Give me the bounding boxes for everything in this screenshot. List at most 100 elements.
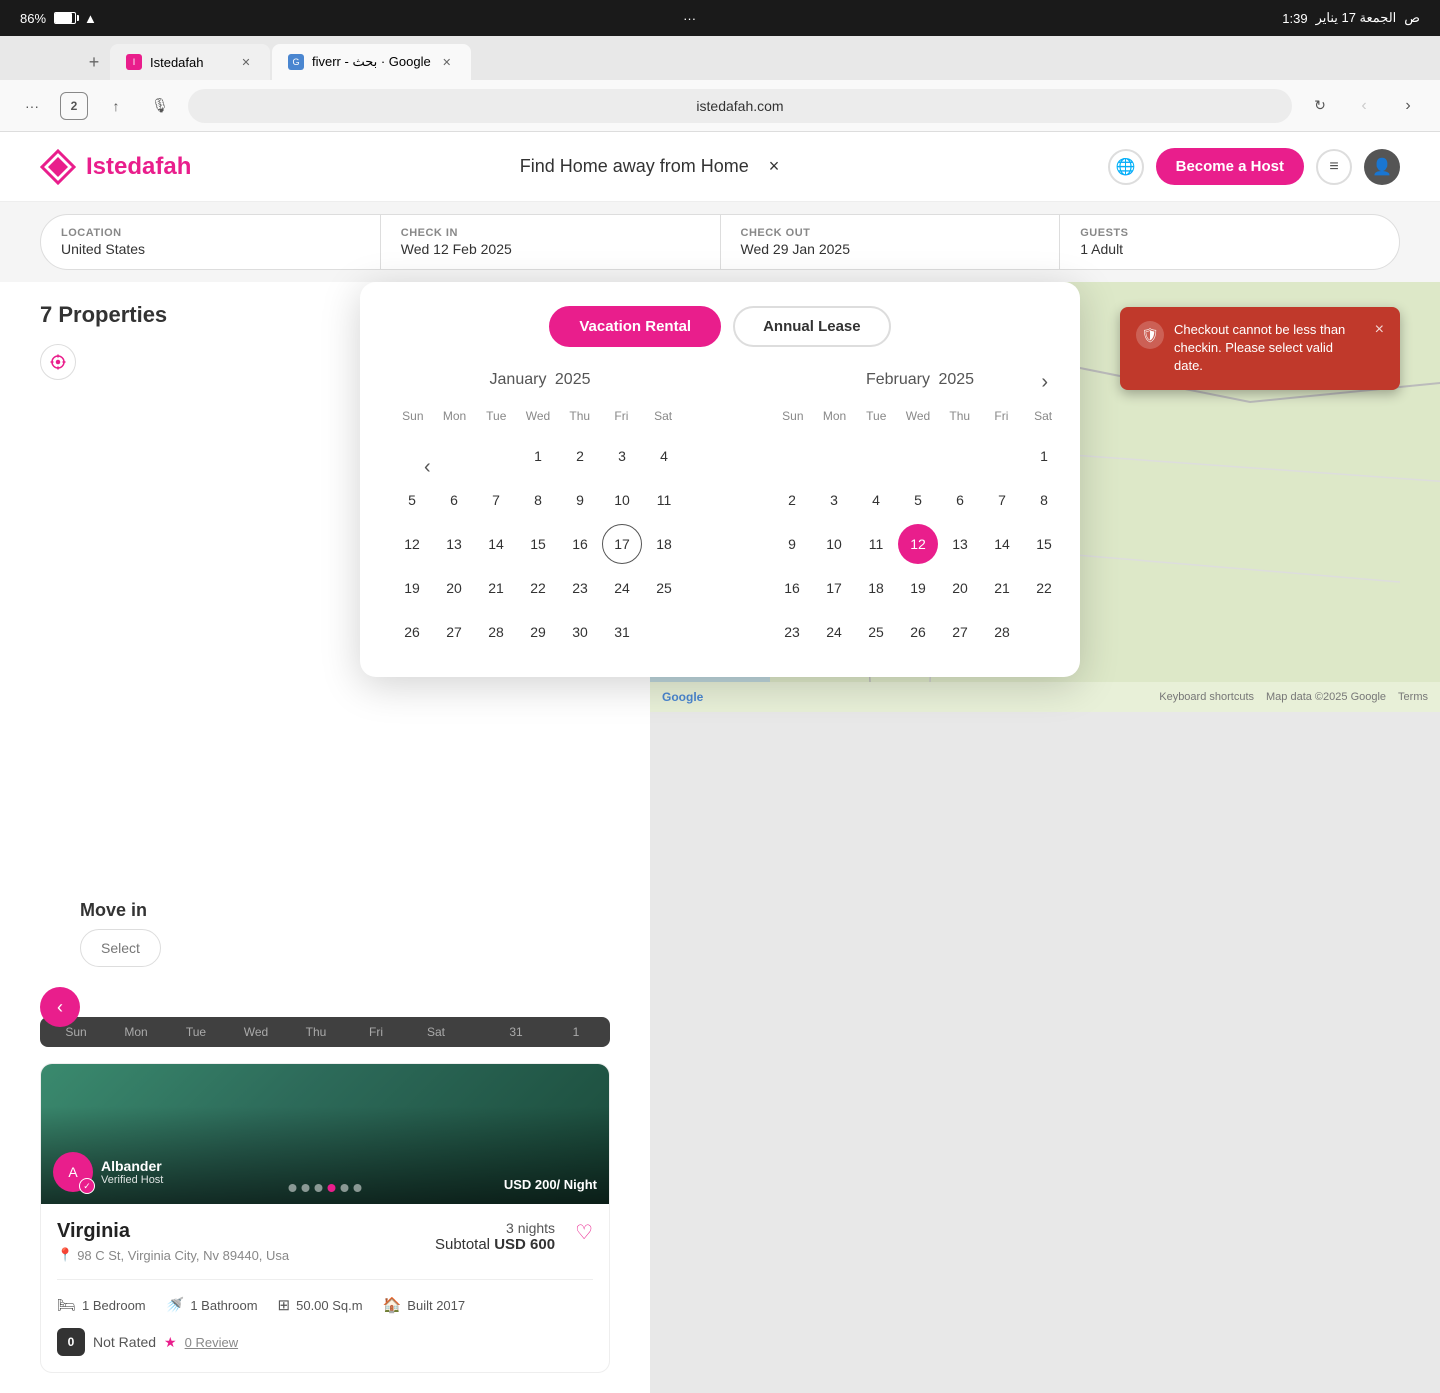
battery-percent: 86% [20,11,46,26]
new-tab-button[interactable]: + [80,48,108,76]
select-date-button[interactable]: Select [80,929,161,967]
jan-day-12[interactable]: 12 [392,524,432,564]
feb-day-24[interactable]: 24 [814,612,854,652]
feb-day-25[interactable]: 25 [856,612,896,652]
jan-day-6[interactable]: 6 [434,480,474,520]
jan-day-25[interactable]: 25 [644,568,684,608]
jan-day-17[interactable]: 17 [602,524,642,564]
location-button[interactable] [40,344,76,380]
back-navigation-button[interactable]: ‹ [40,987,80,1027]
empty-day [940,436,980,476]
jan-day-15[interactable]: 15 [518,524,558,564]
jan-day-31[interactable]: 31 [602,612,642,652]
jan-day-27[interactable]: 27 [434,612,474,652]
jan-day-4[interactable]: 4 [644,436,684,476]
jan-day-5[interactable]: 5 [392,480,432,520]
jan-day-28[interactable]: 28 [476,612,516,652]
checkin-field[interactable]: Check In Wed 12 Feb 2025 [381,215,721,269]
share-button[interactable]: ↑ [100,90,132,122]
feb-day-18[interactable]: 18 [856,568,896,608]
jan-day-22[interactable]: 22 [518,568,558,608]
feb-day-19[interactable]: 19 [898,568,938,608]
terms-link[interactable]: Terms [1398,691,1428,703]
jan-day-26[interactable]: 26 [392,612,432,652]
tab-close-2[interactable]: ✕ [439,54,455,70]
feb-day-20[interactable]: 20 [940,568,980,608]
feb-day-15[interactable]: 15 [1024,524,1064,564]
tab-close-1[interactable]: ✕ [238,54,254,70]
jan-day-1[interactable]: 1 [518,436,558,476]
feb-day-12[interactable]: 12 [898,524,938,564]
feb-day-23[interactable]: 23 [772,612,812,652]
calendar-next-button[interactable]: › [1041,371,1048,394]
feb-day-28[interactable]: 28 [982,612,1022,652]
calendar-overlay: Vacation Rental Annual Lease ‹ › January… [360,282,1080,677]
back-button[interactable]: ‹ [1348,90,1380,122]
jan-day-24[interactable]: 24 [602,568,642,608]
keyboard-shortcuts-link[interactable]: Keyboard shortcuts [1159,691,1254,703]
more-options-button[interactable]: ··· [16,90,48,122]
bc-day-1: 1 [556,1025,596,1039]
jan-day-29[interactable]: 29 [518,612,558,652]
subtotal-amount: USD 600 [494,1236,555,1253]
close-search-button[interactable]: × [769,156,780,177]
guests-field[interactable]: Guests 1 Adult [1060,215,1399,269]
jan-day-7[interactable]: 7 [476,480,516,520]
feb-day-5[interactable]: 5 [898,480,938,520]
jan-day-8[interactable]: 8 [518,480,558,520]
feb-day-13[interactable]: 13 [940,524,980,564]
jan-day-11[interactable]: 11 [644,480,684,520]
jan-day-14[interactable]: 14 [476,524,516,564]
hamburger-menu-button[interactable]: ≡ [1316,149,1352,185]
checkout-field[interactable]: Check Out Wed 29 Jan 2025 [721,215,1061,269]
mic-button[interactable]: 🎙 [144,90,176,122]
favorite-button[interactable]: ♡ [575,1220,593,1245]
reload-button[interactable]: ↻ [1304,90,1336,122]
user-avatar-button[interactable]: 👤 [1364,149,1400,185]
jan-day-23[interactable]: 23 [560,568,600,608]
feb-day-9[interactable]: 9 [772,524,812,564]
jan-day-21[interactable]: 21 [476,568,516,608]
location-field[interactable]: Location United States [41,215,381,269]
feb-day-4[interactable]: 4 [856,480,896,520]
address-bar[interactable]: istedafah.com [188,89,1292,123]
feb-day-8[interactable]: 8 [1024,480,1064,520]
become-host-button[interactable]: Become a Host [1156,148,1304,185]
feb-day-26[interactable]: 26 [898,612,938,652]
jan-day-30[interactable]: 30 [560,612,600,652]
tab-count-button[interactable]: 2 [60,92,88,120]
jan-day-18[interactable]: 18 [644,524,684,564]
feb-day-21[interactable]: 21 [982,568,1022,608]
tab-item-2[interactable]: G fiverr - بحث · Google ✕ [272,44,471,80]
feb-day-3[interactable]: 3 [814,480,854,520]
feb-day-6[interactable]: 6 [940,480,980,520]
feb-day-7[interactable]: 7 [982,480,1022,520]
jan-day-2[interactable]: 2 [560,436,600,476]
feb-day-16[interactable]: 16 [772,568,812,608]
forward-button[interactable]: › [1392,90,1424,122]
vacation-rental-tab[interactable]: Vacation Rental [549,306,721,347]
jan-day-20[interactable]: 20 [434,568,474,608]
jan-day-3[interactable]: 3 [602,436,642,476]
feb-day-14[interactable]: 14 [982,524,1022,564]
jan-day-16[interactable]: 16 [560,524,600,564]
feb-day-22[interactable]: 22 [1024,568,1064,608]
review-link[interactable]: 0 Review [185,1335,238,1350]
feb-day-11[interactable]: 11 [856,524,896,564]
calendar-prev-button[interactable]: ‹ [424,456,431,479]
feb-day-17[interactable]: 17 [814,568,854,608]
jan-day-19[interactable]: 19 [392,568,432,608]
annual-lease-tab[interactable]: Annual Lease [733,306,891,347]
feb-day-10[interactable]: 10 [814,524,854,564]
jan-day-13[interactable]: 13 [434,524,474,564]
host-info: Albander Verified Host [101,1158,163,1186]
jan-day-10[interactable]: 10 [602,480,642,520]
jan-day-9[interactable]: 9 [560,480,600,520]
tab-item-1[interactable]: I Istedafah ✕ [110,44,270,80]
globe-button[interactable]: 🌐 [1108,149,1144,185]
feb-day-27[interactable]: 27 [940,612,980,652]
error-close-button[interactable]: × [1375,321,1384,339]
feb-day-1[interactable]: 1 [1024,436,1064,476]
feb-day-2[interactable]: 2 [772,480,812,520]
logo[interactable]: Istedafah [40,149,191,185]
